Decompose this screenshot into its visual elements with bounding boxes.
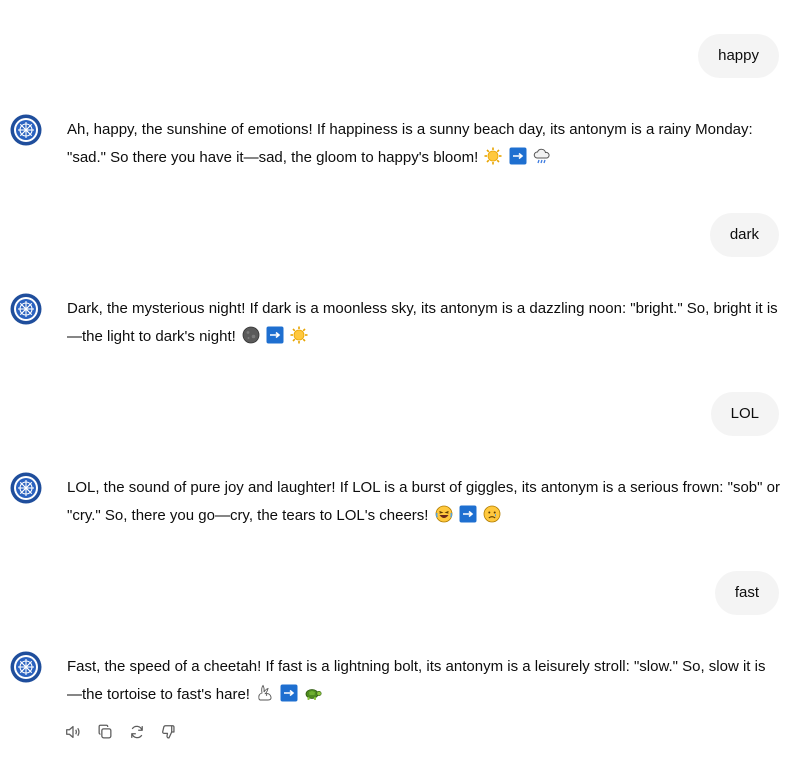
- speaker-icon: [66, 725, 80, 739]
- chat-thread: happy Ah, happy, the sunshine of emotion…: [0, 0, 791, 767]
- user-message-text: dark: [729, 226, 759, 243]
- assistant-reply: Dark, the mysterious night! If dark is a…: [67, 300, 778, 345]
- user-message-text: fast: [734, 584, 759, 601]
- thumbs-down-button[interactable]: [159, 722, 179, 742]
- sad-face-icon: [483, 505, 501, 523]
- assistant-message-text: Dark, the mysterious night! If dark is a…: [67, 295, 780, 351]
- regenerate-button[interactable]: [127, 722, 147, 742]
- arrow-right-icon: [266, 326, 284, 344]
- message-actions: [63, 722, 179, 742]
- rabbit-icon: [258, 684, 272, 701]
- user-message-text: LOL: [730, 405, 759, 422]
- copy-button[interactable]: [95, 722, 115, 742]
- sun-icon: [290, 326, 308, 344]
- assistant-reply: Fast, the speed of a cheetah! If fast is…: [67, 658, 766, 703]
- assistant-reply: Ah, happy, the sunshine of emotions! If …: [67, 121, 753, 166]
- copy-icon: [98, 724, 112, 739]
- arrow-right-icon: [509, 147, 527, 165]
- user-message: LOL: [710, 392, 779, 436]
- assistant-message-text: LOL, the sound of pure joy and laughter!…: [67, 474, 780, 530]
- assistant-message-text: Fast, the speed of a cheetah! If fast is…: [67, 653, 780, 709]
- assistant-avatar-icon: [10, 472, 42, 504]
- regenerate-icon: [131, 725, 143, 739]
- turtle-icon: [306, 689, 322, 700]
- assistant-avatar-icon: [10, 114, 42, 146]
- assistant-avatar-icon: [10, 651, 42, 683]
- user-message: dark: [709, 213, 779, 257]
- assistant-message-text: Ah, happy, the sunshine of emotions! If …: [67, 116, 780, 172]
- assistant-reply: LOL, the sound of pure joy and laughter!…: [67, 479, 780, 524]
- arrow-right-icon: [459, 505, 477, 523]
- new-moon-icon: [242, 326, 260, 344]
- user-message-text: happy: [718, 47, 759, 64]
- assistant-avatar-icon: [10, 293, 42, 325]
- rain-cloud-icon: [533, 148, 550, 164]
- thumbs-down-icon: [162, 725, 175, 739]
- laughing-face-icon: [435, 505, 453, 523]
- sun-icon: [484, 147, 502, 165]
- arrow-right-icon: [280, 684, 298, 702]
- user-message: happy: [698, 34, 779, 78]
- user-message: fast: [714, 571, 779, 615]
- read-aloud-button[interactable]: [63, 722, 83, 742]
